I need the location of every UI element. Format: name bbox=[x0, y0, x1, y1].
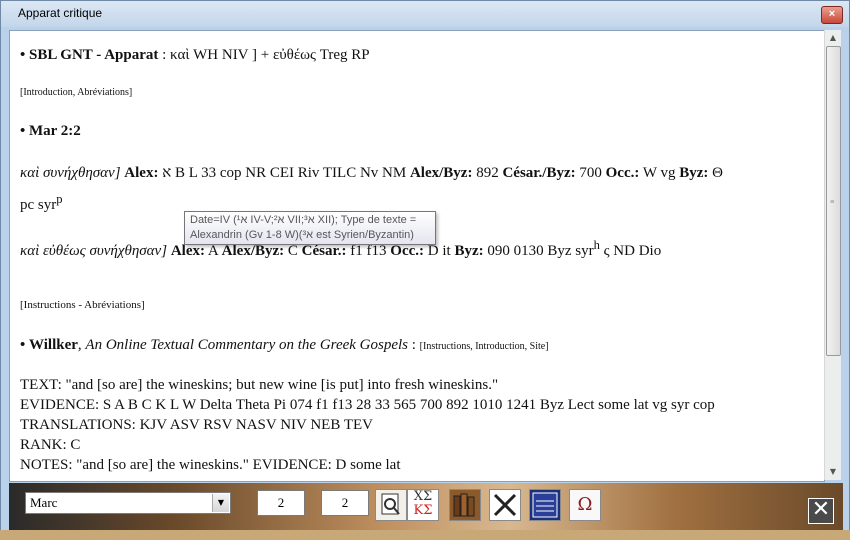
greek-glyph-bottom: ΚΣ bbox=[413, 503, 433, 518]
variant-line-1: καὶ συνήχθησαν] Alex: א B L 33 cop NR CE… bbox=[20, 163, 723, 183]
chapter-input[interactable]: 2 bbox=[257, 490, 305, 516]
book-select[interactable]: Marc ▼ bbox=[25, 492, 231, 514]
tooltip-line-1: Date=IV (א¹ IV-V;א² VII;א³ XII); Type de… bbox=[190, 214, 417, 226]
close-icon: × bbox=[828, 8, 836, 20]
witness-alex[interactable]: A bbox=[208, 243, 218, 259]
book-select-value: Marc bbox=[30, 495, 58, 510]
witness-byz[interactable]: Θ bbox=[712, 165, 723, 181]
institute-logo-icon bbox=[532, 492, 558, 518]
institute-button[interactable] bbox=[529, 489, 561, 521]
witness-tail[interactable]: ς ND Dio bbox=[600, 243, 662, 259]
library-button[interactable] bbox=[449, 489, 481, 521]
search-icon bbox=[381, 493, 400, 515]
instructions-link[interactable]: [Instructions - Abréviations] bbox=[20, 295, 145, 315]
chevron-down-icon[interactable]: ▼ bbox=[212, 494, 229, 512]
label-alexbyz: Alex/Byz: bbox=[409, 165, 473, 181]
omega-button[interactable]: Ω bbox=[569, 489, 601, 521]
willker-links[interactable]: [Instructions, Introduction, Site] bbox=[420, 341, 549, 352]
greek-text-icon: XΣ ΚΣ bbox=[408, 490, 438, 518]
lemma-greek: καὶ εὐθέως συνήχθησαν] bbox=[20, 243, 168, 259]
label-occ: Occ.: bbox=[390, 243, 425, 259]
label-ces: César.: bbox=[301, 243, 347, 259]
sbl-heading: • SBL GNT - Apparat : καὶ WH NIV ] + εὐθ… bbox=[20, 45, 370, 65]
omega-icon: Ω bbox=[577, 494, 593, 515]
search-button[interactable] bbox=[375, 489, 407, 521]
verse-reference: Mar 2:2 bbox=[29, 123, 81, 139]
variant-line-1-cont: pc syrp bbox=[20, 189, 63, 215]
witness-alexbyz[interactable]: C bbox=[288, 243, 298, 259]
books-icon bbox=[453, 493, 475, 517]
background-strip bbox=[0, 530, 850, 540]
verse-heading: • Mar 2:2 bbox=[20, 121, 81, 141]
tooltip-line-2: Alexandrin (Gv 1-8 W)(א³ est Syrien/Byza… bbox=[190, 229, 414, 241]
sbl-label: SBL GNT - Apparat bbox=[29, 47, 159, 63]
window-title: Apparat critique bbox=[18, 6, 103, 20]
cross-pens-icon bbox=[493, 493, 517, 517]
close-icon: ✕ bbox=[811, 497, 831, 522]
colon: : bbox=[158, 47, 171, 63]
commentary-translations: TRANSLATIONS: KJV ASV RSV NASV NIV NEB T… bbox=[20, 417, 373, 433]
label-alex: Alex: bbox=[170, 243, 205, 259]
sbl-apparatus-text: καὶ WH NIV ] + εὐθέως Treg RP bbox=[170, 47, 370, 63]
commentary-text: TEXT: "and [so are] the wineskins; but n… bbox=[20, 377, 499, 393]
witness-tooltip: Date=IV (א¹ IV-V;א² VII;א³ XII); Type de… bbox=[184, 211, 436, 245]
app-window: Apparat critique × • SBL GNT - Apparat :… bbox=[0, 0, 850, 540]
close-window-button[interactable]: × bbox=[821, 6, 843, 24]
witness-alex[interactable]: א B L 33 cop NR CEI Riv TILC Nv NM bbox=[162, 165, 406, 181]
colon: : bbox=[408, 337, 420, 353]
label-occ: Occ.: bbox=[605, 165, 640, 181]
verse-input[interactable]: 2 bbox=[321, 490, 369, 516]
witness-occ[interactable]: W vg bbox=[643, 165, 676, 181]
vertical-scrollbar[interactable]: ▲ ≡ ▼ bbox=[824, 30, 841, 480]
greek-glyph-top: XΣ bbox=[413, 489, 433, 504]
toolbar: Marc ▼ 2 2 XΣ ΚΣ Ω ✕ bbox=[9, 483, 843, 531]
label-alexbyz: Alex/Byz: bbox=[221, 243, 285, 259]
scroll-up-icon[interactable]: ▲ bbox=[825, 30, 841, 46]
lemma-greek: καὶ συνήχθησαν] bbox=[20, 165, 121, 181]
label-byz: Byz: bbox=[679, 165, 709, 181]
willker-title: An Online Textual Commentary on the Gree… bbox=[85, 337, 408, 353]
close-panel-button[interactable]: ✕ bbox=[808, 498, 834, 524]
witness-cont[interactable]: pc syr bbox=[20, 197, 56, 213]
witness-byz[interactable]: 090 0130 Byz syr bbox=[487, 243, 593, 259]
label-cesbyz: César./Byz: bbox=[502, 165, 576, 181]
label-byz: Byz: bbox=[454, 243, 484, 259]
label-alex: Alex: bbox=[124, 165, 159, 181]
bullet: • bbox=[20, 337, 26, 353]
sbl-links[interactable]: [Introduction, Abréviations] bbox=[20, 83, 132, 103]
willker-name: Willker bbox=[29, 337, 78, 353]
witness-alexbyz[interactable]: 892 bbox=[476, 165, 499, 181]
superscript: p bbox=[56, 192, 63, 206]
title-bar: Apparat critique × bbox=[1, 1, 849, 27]
grip-icon: ≡ bbox=[830, 197, 835, 206]
commentary-rank: RANK: C bbox=[20, 437, 81, 453]
scroll-thumb[interactable]: ≡ bbox=[826, 46, 841, 356]
commentary-evidence: EVIDENCE: S A B C K L W Delta Theta Pi 0… bbox=[20, 397, 715, 413]
witness-ces[interactable]: f1 f13 bbox=[350, 243, 386, 259]
greek-button[interactable]: XΣ ΚΣ bbox=[407, 489, 439, 521]
apparatus-content: • SBL GNT - Apparat : καὶ WH NIV ] + εὐθ… bbox=[9, 30, 825, 482]
bullet: • bbox=[20, 123, 26, 139]
commentary-notes: NOTES: "and [so are] the wineskins." EVI… bbox=[20, 457, 401, 473]
witness-occ[interactable]: D it bbox=[428, 243, 451, 259]
witness-cesbyz[interactable]: 700 bbox=[579, 165, 602, 181]
tools-button[interactable] bbox=[489, 489, 521, 521]
scroll-down-icon[interactable]: ▼ bbox=[825, 464, 841, 480]
willker-heading: • Willker, An Online Textual Commentary … bbox=[20, 335, 549, 357]
bullet: • bbox=[20, 47, 26, 63]
